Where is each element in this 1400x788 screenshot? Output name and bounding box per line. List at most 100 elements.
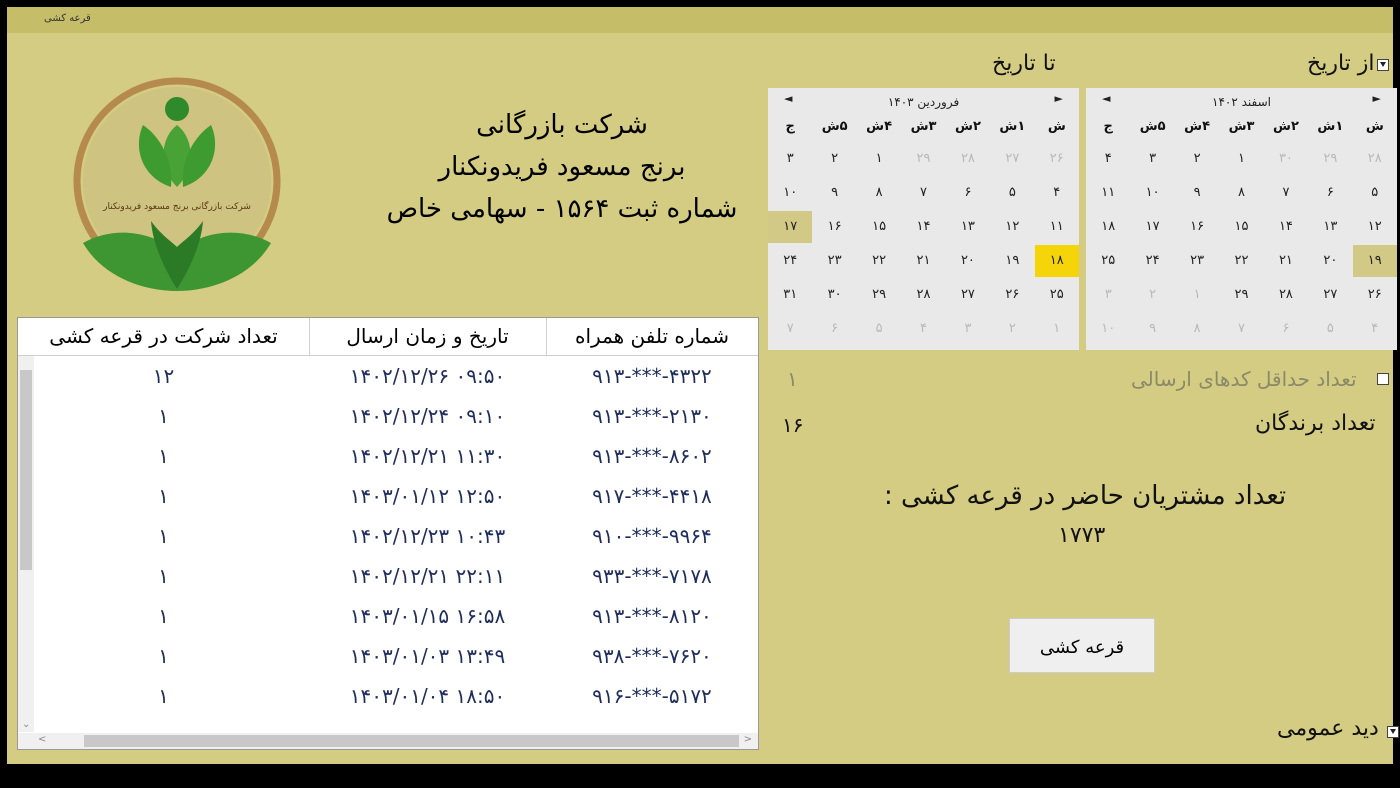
table-row[interactable]: ۹۳۳-***-۷۱۷۸ ۱۴۰۲/۱۲/۲۱ ۲۲:۱۱ ۱ — [18, 556, 758, 596]
calendar-day[interactable]: ۲۶ — [1035, 143, 1079, 175]
min-codes-checkbox[interactable] — [1377, 373, 1389, 385]
calendar-day[interactable]: ۲۹ — [901, 143, 945, 175]
calendar-day[interactable]: ۲ — [1175, 143, 1219, 175]
calendar-day[interactable]: ۲۳ — [1175, 245, 1219, 277]
calendar-day[interactable]: ۲۰ — [946, 245, 990, 277]
calendar-day[interactable]: ۳ — [1086, 279, 1130, 311]
calendar-day[interactable]: ۷ — [1264, 177, 1308, 209]
calendar-day[interactable]: ۵ — [1353, 177, 1397, 209]
calendar-from[interactable]: ◄ اسفند ۱۴۰۲ ► ش ۱ش ۲ش ۳ش ۴ش ۵ش ج ۲۸ ۲۹ ۳۰ ۱ ۲ ۳ ۴ ۵ ۶ ۷… — [1086, 88, 1397, 350]
winners-value[interactable]: ۱۶ — [782, 413, 803, 437]
calendar-day[interactable]: ۱۳ — [946, 211, 990, 243]
calendar-day[interactable]: ۷ — [1219, 313, 1263, 345]
calendar-day[interactable]: ۲۶ — [990, 279, 1034, 311]
calendar-day[interactable]: ۳ — [1130, 143, 1174, 175]
calendar-day[interactable]: ۲۸ — [946, 143, 990, 175]
calendar-day[interactable]: ۱۵ — [1219, 211, 1263, 243]
calendar-day[interactable]: ۲۸ — [1353, 143, 1397, 175]
calendar-day[interactable]: ۲۱ — [1264, 245, 1308, 277]
calendar-day[interactable]: ۵ — [857, 313, 901, 345]
calendar-day[interactable]: ۵ — [1308, 313, 1352, 345]
calendar-day[interactable]: ۲ — [990, 313, 1034, 345]
calendar-day[interactable]: ۱۰ — [1130, 177, 1174, 209]
calendar-day[interactable]: ۱ — [1175, 279, 1219, 311]
calendar-day[interactable]: ۸ — [1219, 177, 1263, 209]
from-date-checkbox[interactable] — [1377, 59, 1389, 71]
calendar-day[interactable]: ۲۹ — [1219, 279, 1263, 311]
calendar-day[interactable]: ۱۰ — [1086, 313, 1130, 345]
calendar-day[interactable]: ۱ — [1219, 143, 1263, 175]
calendar-day[interactable]: ۷ — [901, 177, 945, 209]
table-row[interactable]: ۹۱۶-***-۵۱۷۲ ۱۴۰۳/۰۱/۰۴ ۱۸:۵۰ ۱ — [18, 676, 758, 716]
calendar-day[interactable]: ۹ — [1175, 177, 1219, 209]
scroll-left-icon[interactable]: < — [38, 734, 46, 745]
min-codes-value[interactable]: ۱ — [787, 367, 798, 391]
draw-button[interactable]: قرعه کشی — [1009, 618, 1155, 673]
overview-checkbox[interactable] — [1387, 726, 1399, 738]
table-row[interactable]: ۹۱۳-***-۴۳۲۲ ۱۴۰۲/۱۲/۲۶ ۰۹:۵۰ ۱۲ — [18, 356, 758, 396]
calendar-day[interactable]: ۴ — [1035, 177, 1079, 209]
calendar-day[interactable]: ۳۰ — [1264, 143, 1308, 175]
participants-table[interactable]: شماره تلفن همراه تاریخ و زمان ارسال تعدا… — [17, 317, 759, 750]
calendar-day[interactable]: ۸ — [1175, 313, 1219, 345]
scroll-right-icon[interactable]: > — [744, 734, 752, 745]
calendar-day[interactable]: ۶ — [1264, 313, 1308, 345]
next-month-arrow[interactable]: ► — [1055, 92, 1063, 105]
calendar-day[interactable]: ۱۷ — [1130, 211, 1174, 243]
calendar-to[interactable]: ◄ فروردین ۱۴۰۳ ► ش ۱ش ۲ش ۳ش ۴ش ۵ش ج ۲۶ ۲۷ ۲۸ ۲۹ ۱ ۲ ۳… — [768, 88, 1079, 350]
calendar-day-selected[interactable]: ۱۹ — [1352, 245, 1397, 277]
calendar-day[interactable]: ۶ — [946, 177, 990, 209]
calendar-day[interactable]: ۶ — [1308, 177, 1352, 209]
calendar-day[interactable]: ۱۸ — [1086, 211, 1130, 243]
calendar-day[interactable]: ۴ — [1086, 143, 1130, 175]
calendar-day[interactable]: ۲۲ — [1219, 245, 1263, 277]
calendar-day[interactable]: ۵ — [990, 177, 1034, 209]
calendar-day[interactable]: ۲۸ — [1264, 279, 1308, 311]
calendar-day[interactable]: ۲۱ — [901, 245, 945, 277]
vertical-scroll-thumb[interactable] — [20, 370, 32, 570]
calendar-day[interactable]: ۲۸ — [901, 279, 945, 311]
column-header-entries[interactable]: تعداد شرکت در قرعه کشی — [18, 318, 310, 356]
calendar-day[interactable]: ۱ — [1035, 313, 1079, 345]
table-row[interactable]: ۹۱۷-***-۴۴۱۸ ۱۴۰۳/۰۱/۱۲ ۱۲:۵۰ ۱ — [18, 476, 758, 516]
calendar-day[interactable]: ۲۹ — [857, 279, 901, 311]
calendar-day[interactable]: ۲۵ — [1086, 245, 1130, 277]
calendar-day[interactable]: ۲۲ — [857, 245, 901, 277]
calendar-day[interactable]: ۱۲ — [1353, 211, 1397, 243]
calendar-day[interactable]: ۱۵ — [857, 211, 901, 243]
scroll-down-icon[interactable]: ⌄ — [22, 719, 30, 730]
calendar-day[interactable]: ۳ — [946, 313, 990, 345]
calendar-day[interactable]: ۹ — [812, 177, 856, 209]
calendar-day[interactable]: ۲۰ — [1308, 245, 1352, 277]
calendar-day[interactable]: ۲۷ — [990, 143, 1034, 175]
calendar-day[interactable]: ۶ — [812, 313, 856, 345]
table-row[interactable]: ۹۱۰-***-۹۹۶۴ ۱۴۰۲/۱۲/۲۳ ۱۰:۴۳ ۱ — [18, 516, 758, 556]
calendar-day[interactable]: ۳۰ — [812, 279, 856, 311]
horizontal-scrollbar[interactable]: < > — [18, 733, 758, 749]
calendar-day-today[interactable]: ۱۸ — [1034, 245, 1079, 277]
calendar-day[interactable]: ۱۴ — [901, 211, 945, 243]
next-month-arrow[interactable]: ► — [1373, 92, 1381, 105]
table-row[interactable]: ۹۱۳-***-۸۶۰۲ ۱۴۰۲/۱۲/۲۱ ۱۱:۳۰ ۱ — [18, 436, 758, 476]
calendar-day[interactable]: ۲۴ — [1130, 245, 1174, 277]
calendar-day[interactable]: ۱۶ — [812, 211, 856, 243]
calendar-day[interactable]: ۱۳ — [1308, 211, 1352, 243]
calendar-day[interactable]: ۲ — [1130, 279, 1174, 311]
table-row[interactable]: ۹۱۳-***-۸۱۲۰ ۱۴۰۳/۰۱/۱۵ ۱۶:۵۸ ۱ — [18, 596, 758, 636]
calendar-day[interactable]: ۲۴ — [768, 245, 812, 277]
calendar-day[interactable]: ۱۱ — [1035, 211, 1079, 243]
table-row[interactable]: ۹۱۳-***-۲۱۳۰ ۱۴۰۲/۱۲/۲۴ ۰۹:۱۰ ۱ — [18, 396, 758, 436]
calendar-day[interactable]: ۱۱ — [1086, 177, 1130, 209]
column-header-phone[interactable]: شماره تلفن همراه — [546, 318, 758, 356]
calendar-day[interactable]: ۲۷ — [1308, 279, 1352, 311]
calendar-day[interactable]: ۲۳ — [812, 245, 856, 277]
calendar-day[interactable]: ۷ — [768, 313, 812, 345]
calendar-day[interactable]: ۲ — [812, 143, 856, 175]
calendar-day[interactable]: ۱۹ — [990, 245, 1034, 277]
calendar-day[interactable]: ۳۱ — [768, 279, 812, 311]
column-header-datetime[interactable]: تاریخ و زمان ارسال — [309, 318, 547, 356]
calendar-day[interactable]: ۴ — [901, 313, 945, 345]
horizontal-scroll-thumb[interactable] — [84, 735, 739, 747]
calendar-day[interactable]: ۱ — [857, 143, 901, 175]
vertical-scrollbar[interactable]: ⌄ — [18, 356, 34, 732]
